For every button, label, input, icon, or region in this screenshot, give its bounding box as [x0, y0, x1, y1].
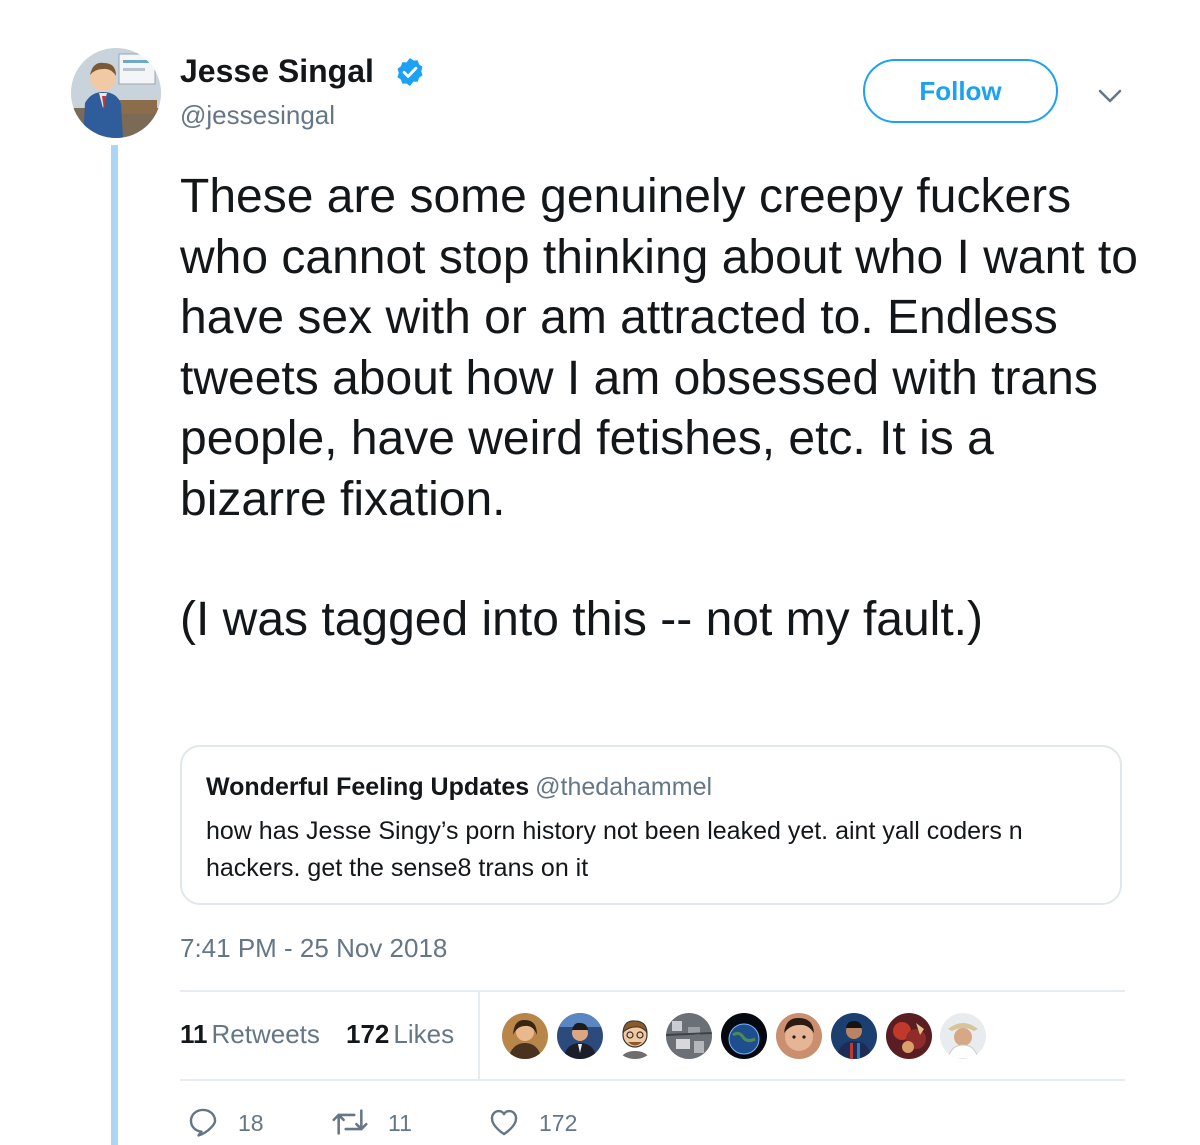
likes-label: Likes: [393, 1019, 455, 1049]
tweet-text: These are some genuinely creepy fuckers …: [180, 167, 1140, 651]
tweet-timestamp[interactable]: 7:41 PM - 25 Nov 2018: [180, 933, 447, 964]
follow-button[interactable]: Follow: [863, 59, 1058, 123]
retweet-button[interactable]: 11: [330, 1105, 420, 1139]
reply-icon: [189, 1108, 217, 1137]
liker-avatar-8[interactable]: [886, 1013, 932, 1059]
liker-avatar-6[interactable]: [776, 1013, 822, 1059]
verified-badge-icon: [397, 58, 423, 86]
quoted-tweet-card[interactable]: Wonderful Feeling Updates @thedahammel ho…: [180, 745, 1122, 905]
author-handle[interactable]: @jessesingal: [180, 100, 335, 131]
reply-count: 18: [238, 1110, 264, 1136]
quoted-author-name: Wonderful Feeling Updates: [206, 773, 530, 801]
quoted-author-handle: @thedahammel: [535, 773, 713, 801]
liker-avatar-5[interactable]: [721, 1013, 767, 1059]
liker-avatar-1[interactable]: [502, 1013, 548, 1059]
stats-divider-top: [180, 990, 1125, 992]
author-name[interactable]: Jesse Singal: [180, 53, 374, 90]
stats-divider-bottom: [180, 1079, 1125, 1081]
liker-avatar-2[interactable]: [557, 1013, 603, 1059]
quoted-tweet-header: Wonderful Feeling Updates @thedahammel: [206, 773, 712, 802]
tweet-text-paragraph: These are some genuinely creepy fuckers …: [180, 170, 1138, 526]
retweets-count: 11: [180, 1019, 208, 1049]
reply-button[interactable]: 18: [186, 1105, 276, 1139]
quoted-tweet-text: how has Jesse Singy’s porn history not b…: [206, 817, 1023, 882]
retweet-count: 11: [388, 1110, 412, 1136]
liker-avatar-3[interactable]: [612, 1013, 658, 1059]
retweet-icon: [332, 1109, 368, 1135]
avatar-cartoon-image: [71, 48, 161, 138]
heart-icon: [490, 1109, 518, 1136]
likes-count: 172: [346, 1019, 390, 1049]
tweet-text-paragraph: (I was tagged into this -- not my fault.…: [180, 593, 983, 646]
likes-stat[interactable]: 172 Likes: [346, 1019, 454, 1050]
liker-avatar-9[interactable]: [940, 1013, 986, 1059]
like-button[interactable]: 172: [487, 1105, 587, 1139]
retweets-stat[interactable]: 11 Retweets: [180, 1019, 320, 1050]
retweets-label: Retweets: [211, 1019, 320, 1049]
chevron-down-icon[interactable]: [1094, 84, 1126, 108]
liker-avatar-4[interactable]: [666, 1013, 712, 1059]
like-count: 172: [539, 1110, 578, 1136]
thread-line: [111, 145, 118, 1145]
liker-avatar-7[interactable]: [831, 1013, 877, 1059]
stats-separator: [478, 992, 480, 1079]
author-avatar[interactable]: [71, 48, 161, 138]
